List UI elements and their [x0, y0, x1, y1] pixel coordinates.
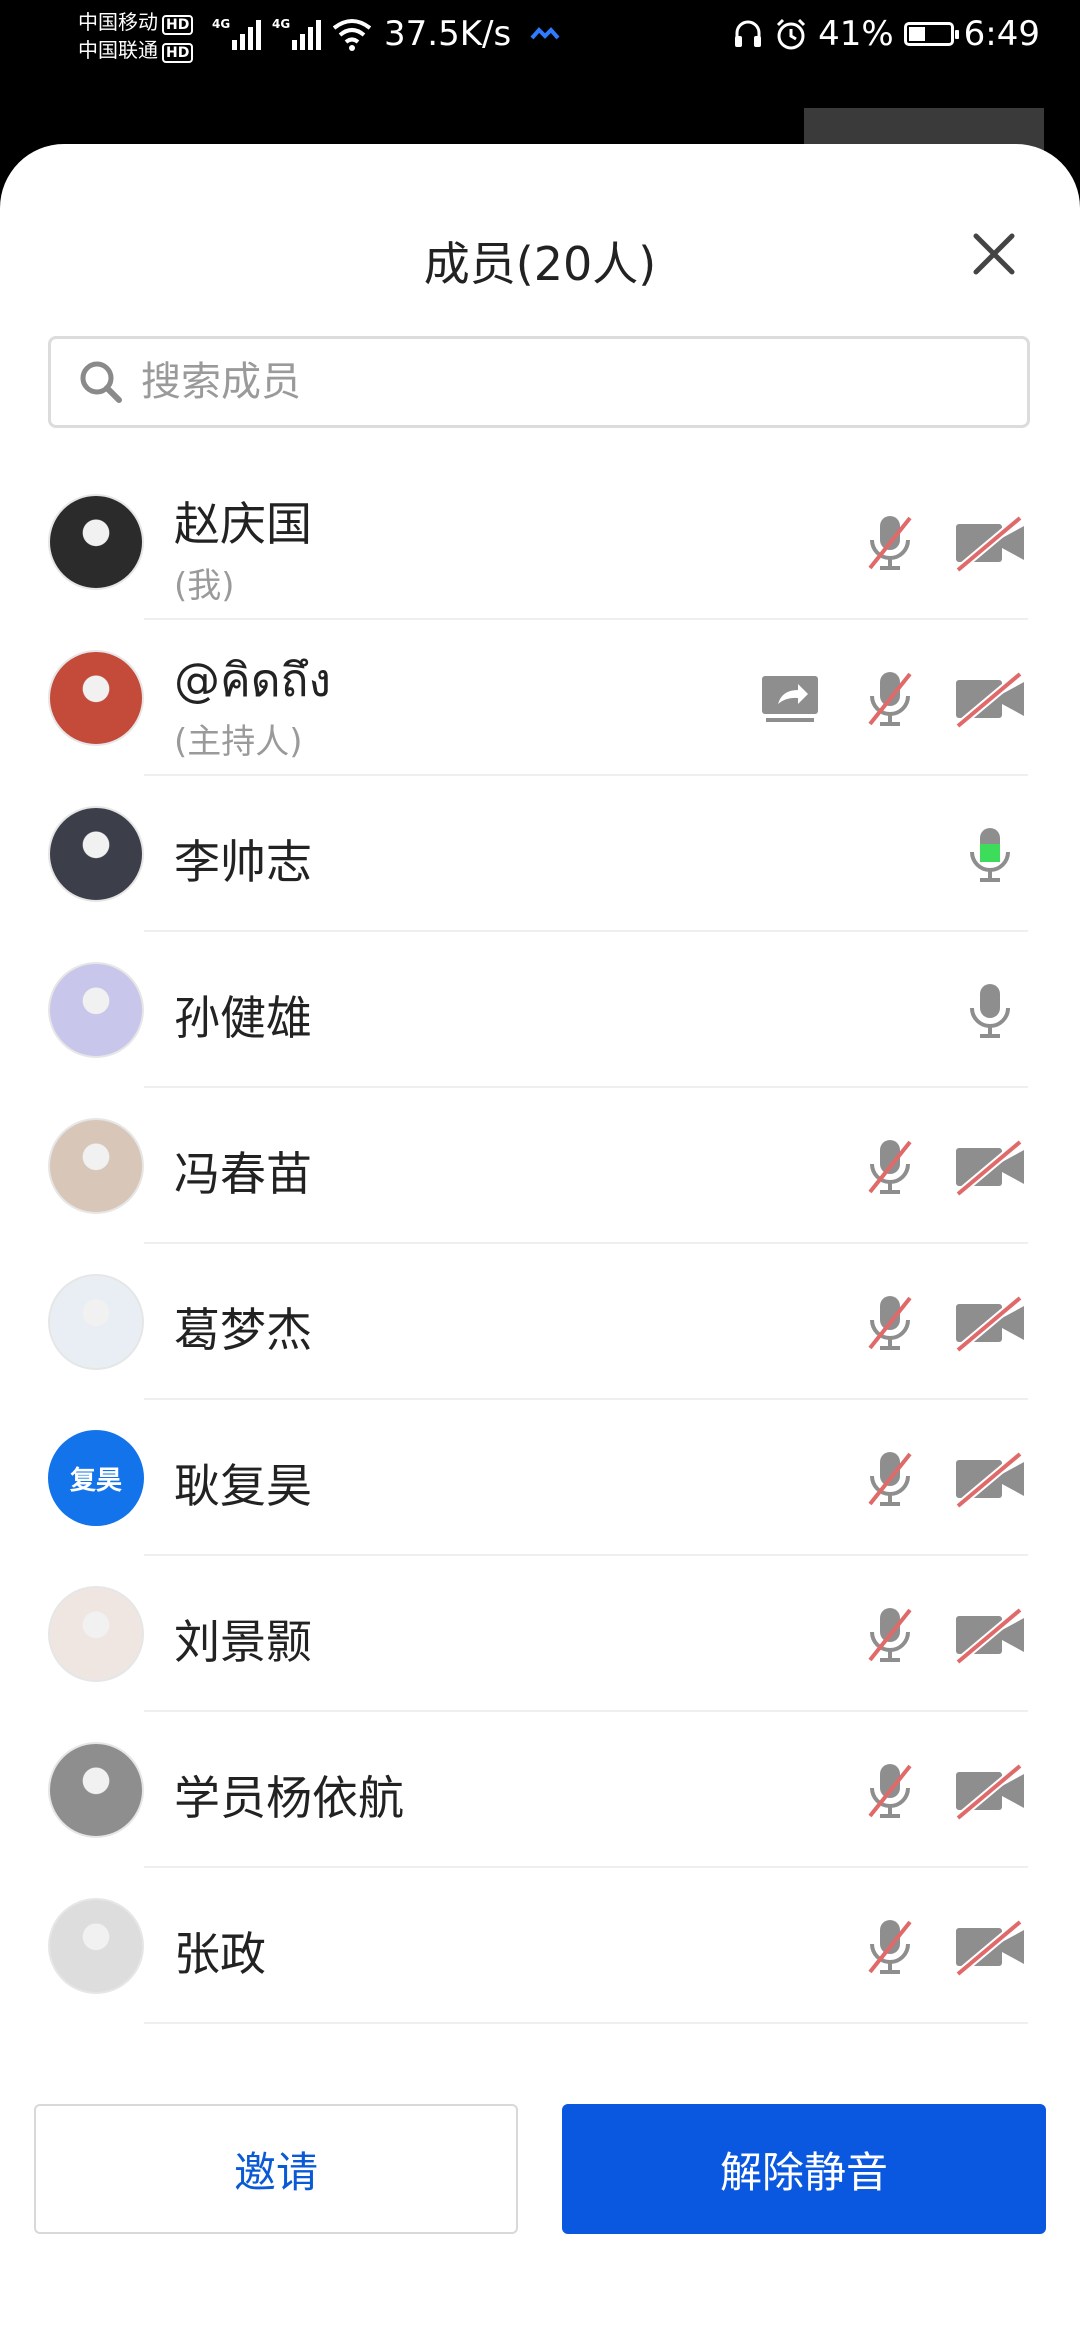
headphone-icon: [735, 20, 762, 47]
avatar: [48, 1898, 144, 1994]
member-role: (我): [174, 566, 235, 606]
app-notification-icon: [530, 27, 560, 40]
member-row[interactable]: 张政: [0, 1868, 1080, 2024]
member-name: 耿复昊: [174, 1459, 312, 1513]
battery-fill: [908, 27, 926, 41]
member-status-icons: [852, 1912, 1028, 1982]
mic-speaking-icon[interactable]: [952, 820, 1028, 890]
member-status-icons: [852, 1600, 1028, 1670]
avatar: [48, 962, 144, 1058]
member-row[interactable]: 学员杨依航: [0, 1712, 1080, 1868]
wifi-icon: [332, 19, 372, 51]
mic-muted-icon[interactable]: [852, 1756, 928, 1826]
signal-icon: 4G: [212, 17, 261, 50]
avatar: [48, 1586, 144, 1682]
member-row[interactable]: 冯春苗: [0, 1088, 1080, 1244]
camera-off-icon[interactable]: [952, 1600, 1028, 1670]
status-bar: 中国移动 HD 中国联通 HD 4G 4G 37.5K/s 41% 6:49: [0, 0, 1080, 80]
members-sheet: 成员(20人) 赵庆国 (我) @คิดถึง (主持人) 李帅志孙健雄冯春苗葛梦杰复昊…: [0, 144, 1080, 2340]
member-name: @คิดถึง: [174, 653, 331, 707]
avatar: [48, 494, 144, 590]
member-name: 赵庆国: [174, 497, 312, 551]
avatar: [48, 1274, 144, 1370]
mic-muted-icon[interactable]: [852, 1288, 928, 1358]
mic-muted-icon[interactable]: [852, 1444, 928, 1514]
divider: [144, 2022, 1028, 2024]
search-icon: [80, 361, 122, 403]
mic-muted-icon[interactable]: [852, 508, 928, 578]
member-status-icons: [752, 664, 1028, 734]
alarm-icon: [777, 18, 806, 50]
member-row[interactable]: 葛梦杰: [0, 1244, 1080, 1400]
search-input[interactable]: [139, 358, 943, 406]
member-row[interactable]: @คิดถึง (主持人): [0, 620, 1080, 776]
avatar: [48, 1118, 144, 1214]
carrier-info: 中国移动 HD 中国联通 HD: [78, 8, 194, 64]
icon-spacer: [852, 976, 928, 1046]
hd-badge: HD: [162, 43, 194, 63]
network-speed: 37.5K/s: [384, 14, 512, 54]
screen-share-icon: [752, 664, 828, 734]
hd-badge: HD: [162, 15, 194, 35]
member-row[interactable]: 复昊 耿复昊: [0, 1400, 1080, 1556]
search-box[interactable]: [48, 336, 1030, 428]
camera-off-icon[interactable]: [952, 1288, 1028, 1358]
camera-off-icon[interactable]: [952, 664, 1028, 734]
member-status-icons: [852, 508, 1028, 578]
member-status-icons: [852, 1132, 1028, 1202]
member-name: 刘景颢: [174, 1615, 312, 1669]
net-type: 4G: [212, 17, 230, 31]
mic-icon[interactable]: [952, 976, 1028, 1046]
member-list: 赵庆国 (我) @คิดถึง (主持人) 李帅志孙健雄冯春苗葛梦杰复昊 耿复昊刘景颢学员…: [0, 464, 1080, 2024]
member-status-icons: [852, 820, 1028, 890]
camera-off-icon[interactable]: [952, 1132, 1028, 1202]
member-row[interactable]: 孙健雄: [0, 932, 1080, 1088]
invite-button[interactable]: 邀请: [34, 2104, 518, 2234]
member-status-icons: [852, 1444, 1028, 1514]
avatar: [48, 806, 144, 902]
member-name: 葛梦杰: [174, 1303, 312, 1357]
mic-muted-icon[interactable]: [852, 1600, 928, 1670]
mic-muted-icon[interactable]: [852, 1132, 928, 1202]
member-name: 李帅志: [174, 835, 312, 889]
member-name: 学员杨依航: [174, 1771, 404, 1825]
member-status-icons: [852, 1288, 1028, 1358]
camera-off-icon[interactable]: [952, 508, 1028, 578]
carrier-2: 中国联通: [78, 38, 158, 62]
unmute-button[interactable]: 解除静音: [562, 2104, 1046, 2234]
avatar: [48, 650, 144, 746]
camera-off-icon[interactable]: [952, 1756, 1028, 1826]
mic-muted-icon[interactable]: [852, 1912, 928, 1982]
member-role: (主持人): [174, 722, 303, 762]
carrier-1: 中国移动: [78, 10, 158, 34]
signal-icon: 4G: [272, 17, 321, 50]
battery-icon: [903, 22, 959, 46]
member-status-icons: [852, 976, 1028, 1046]
avatar: [48, 1742, 144, 1838]
close-icon[interactable]: [964, 224, 1024, 284]
member-row[interactable]: 赵庆国 (我): [0, 464, 1080, 620]
mic-muted-icon[interactable]: [852, 664, 928, 734]
sheet-title: 成员(20人): [423, 237, 657, 291]
battery-percent: 41%: [818, 14, 894, 54]
member-name: 张政: [174, 1927, 266, 1981]
member-status-icons: [852, 1756, 1028, 1826]
clock: 6:49: [963, 14, 1040, 54]
member-row[interactable]: 刘景颢: [0, 1556, 1080, 1712]
status-right: 41% 6:49: [732, 14, 1040, 54]
camera-off-icon[interactable]: [952, 1444, 1028, 1514]
member-name: 冯春苗: [174, 1147, 312, 1201]
avatar: 复昊: [48, 1430, 144, 1526]
camera-off-icon[interactable]: [952, 1912, 1028, 1982]
member-row[interactable]: 李帅志: [0, 776, 1080, 932]
net-type: 4G: [272, 17, 290, 31]
icon-spacer: [852, 820, 928, 890]
member-name: 孙健雄: [174, 991, 312, 1045]
